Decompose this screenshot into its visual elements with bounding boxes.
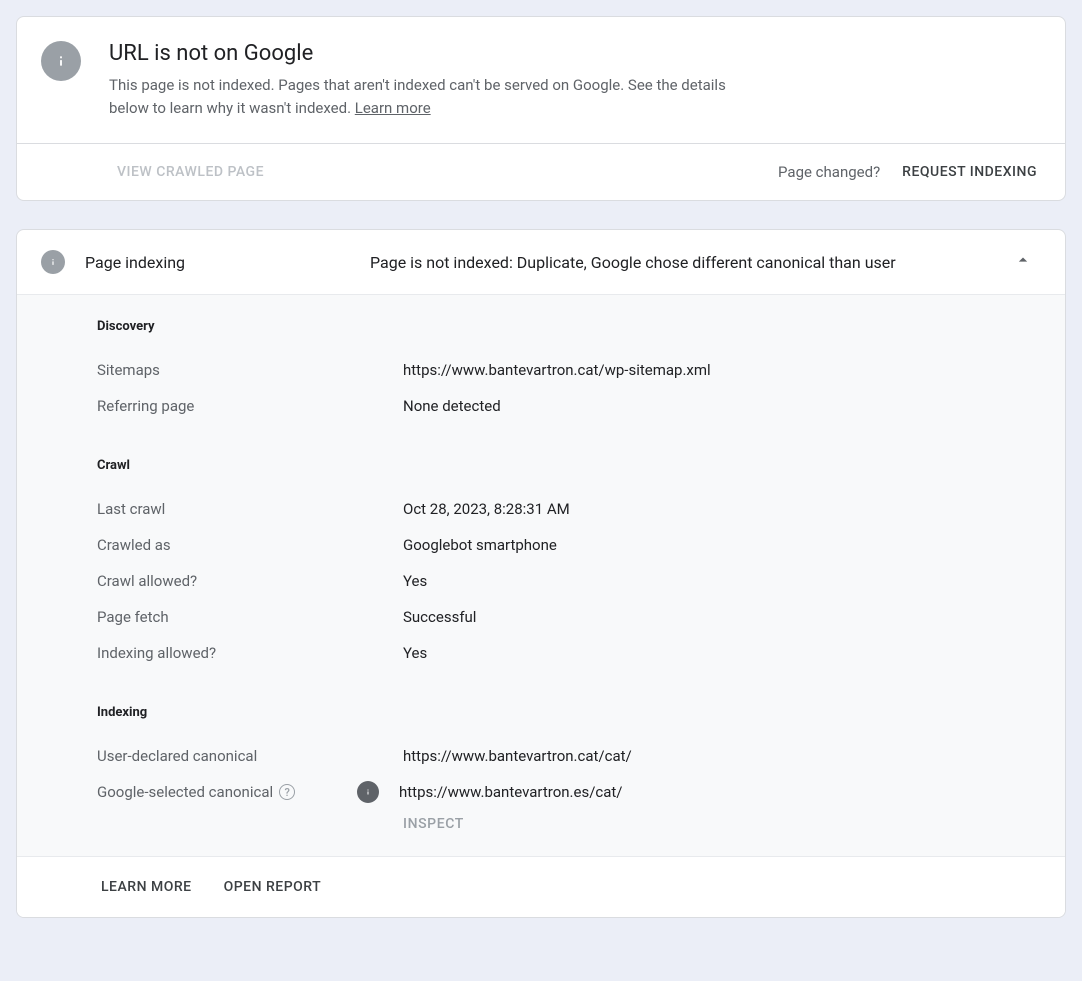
view-crawled-page-button[interactable]: View crawled page	[113, 156, 268, 188]
learn-more-link[interactable]: Learn more	[355, 99, 431, 117]
table-row: User-declared canonical https://www.bant…	[97, 738, 1041, 774]
table-row: Page fetch Successful	[97, 599, 1041, 635]
table-row: Referring page None detected	[97, 388, 1041, 424]
last-crawl-label: Last crawl	[97, 500, 403, 518]
indexing-allowed-value: Yes	[403, 644, 427, 662]
page-indexing-header[interactable]: Page indexing Page is not indexed: Dupli…	[17, 230, 1065, 294]
sitemaps-label: Sitemaps	[97, 361, 403, 379]
summary-description: This page is not indexed. Pages that are…	[109, 74, 769, 119]
summary-card: URL is not on Google This page is not in…	[16, 16, 1066, 201]
info-icon	[41, 41, 81, 81]
crawl-heading: Crawl	[97, 458, 1041, 473]
crawl-allowed-value: Yes	[403, 572, 427, 590]
info-icon	[41, 250, 65, 274]
page-fetch-label: Page fetch	[97, 608, 403, 626]
table-row: Crawled as Googlebot smartphone	[97, 527, 1041, 563]
indexing-heading: Indexing	[97, 705, 1041, 720]
google-canonical-label: Google-selected canonical ?	[97, 783, 357, 801]
crawl-allowed-label: Crawl allowed?	[97, 572, 403, 590]
chevron-up-icon	[1005, 250, 1041, 274]
google-canonical-value: https://www.bantevartron.es/cat/	[399, 783, 623, 801]
help-icon[interactable]: ?	[279, 784, 295, 800]
discovery-heading: Discovery	[97, 319, 1041, 334]
table-row: Crawl allowed? Yes	[97, 563, 1041, 599]
table-row: Indexing allowed? Yes	[97, 635, 1041, 671]
info-icon	[357, 781, 379, 803]
crawled-as-label: Crawled as	[97, 536, 403, 554]
panel-status: Page is not indexed: Duplicate, Google c…	[370, 253, 1005, 272]
summary-title: URL is not on Google	[109, 41, 769, 66]
table-row: Google-selected canonical ? https://www.…	[97, 774, 1041, 810]
table-row: Last crawl Oct 28, 2023, 8:28:31 AM	[97, 491, 1041, 527]
page-changed-label: Page changed?	[778, 163, 880, 181]
table-row: Sitemaps https://www.bantevartron.cat/wp…	[97, 352, 1041, 388]
open-report-button[interactable]: Open report	[220, 871, 326, 903]
crawled-as-value: Googlebot smartphone	[403, 536, 557, 554]
page-indexing-card: Page indexing Page is not indexed: Dupli…	[16, 229, 1066, 918]
page-fetch-value: Successful	[403, 608, 476, 626]
request-indexing-button[interactable]: Request indexing	[898, 156, 1041, 188]
panel-label: Page indexing	[85, 253, 370, 272]
panel-footer: Learn more Open report	[17, 856, 1065, 917]
sitemaps-value: https://www.bantevartron.cat/wp-sitemap.…	[403, 361, 711, 379]
inspect-button[interactable]: Inspect	[403, 816, 464, 832]
summary-text: URL is not on Google This page is not in…	[109, 41, 769, 119]
referring-page-value: None detected	[403, 397, 501, 415]
indexing-allowed-label: Indexing allowed?	[97, 644, 403, 662]
user-canonical-label: User-declared canonical	[97, 747, 403, 765]
panel-body: Discovery Sitemaps https://www.bantevart…	[17, 294, 1065, 856]
user-canonical-value: https://www.bantevartron.cat/cat/	[403, 747, 632, 765]
referring-page-label: Referring page	[97, 397, 403, 415]
google-canonical-value-wrap: https://www.bantevartron.es/cat/	[357, 781, 623, 803]
summary-actions-right: Page changed? Request indexing	[778, 156, 1041, 188]
learn-more-button[interactable]: Learn more	[97, 871, 196, 903]
google-canonical-label-text: Google-selected canonical	[97, 783, 273, 801]
summary-actions: View crawled page Page changed? Request …	[17, 143, 1065, 200]
last-crawl-value: Oct 28, 2023, 8:28:31 AM	[403, 500, 570, 518]
summary-header: URL is not on Google This page is not in…	[17, 17, 1065, 143]
